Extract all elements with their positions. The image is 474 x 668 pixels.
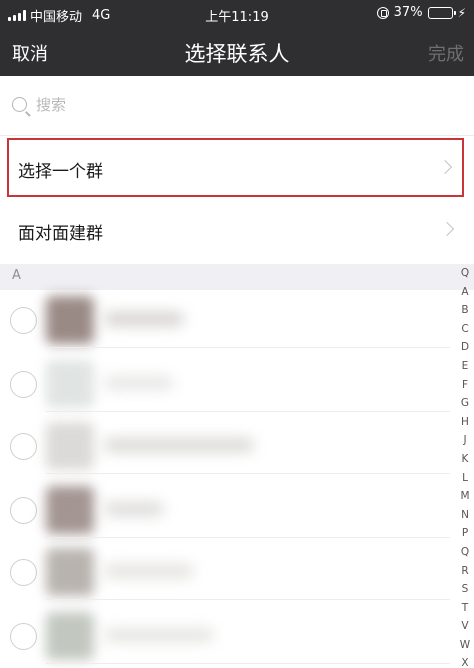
index-letter[interactable]: A [461,283,468,302]
index-letter[interactable]: M [460,487,469,506]
select-radio[interactable] [10,433,37,460]
face-to-face-label: 面对面建群 [18,224,103,244]
avatar [46,612,94,660]
contact-name [104,564,194,578]
contact-name [104,502,164,516]
nav-bar: 取消 选择联系人 完成 [0,28,474,76]
contact-row[interactable] [0,418,450,474]
orientation-lock-icon [376,6,389,19]
chevron-right-icon [439,221,455,237]
avatar [46,360,94,408]
index-letter[interactable]: E [462,357,469,376]
index-letter[interactable]: X [461,654,468,668]
index-letter[interactable]: G [461,394,469,413]
alphabet-index[interactable]: QABCDEFGHJKLMNPQRSTVWX [458,264,472,668]
avatar [46,296,94,344]
search-icon [12,97,27,112]
search-bar [0,76,474,136]
avatar [46,548,94,596]
chevron-right-icon [437,159,453,175]
index-letter[interactable]: L [462,469,468,488]
contact-row[interactable] [0,482,450,538]
select-radio[interactable] [10,307,37,334]
index-letter[interactable]: Q [461,264,469,283]
contact-name [104,628,214,642]
contact-name [104,376,174,390]
done-button[interactable]: 完成 [428,40,464,66]
select-radio[interactable] [10,623,37,650]
index-letter[interactable]: D [461,338,469,357]
select-radio[interactable] [10,497,37,524]
contact-row[interactable] [0,292,450,348]
index-letter[interactable]: W [460,636,470,655]
index-letter[interactable]: K [462,450,469,469]
battery-icon [427,6,456,19]
index-letter[interactable]: R [461,562,468,581]
contact-row[interactable] [0,356,450,412]
contact-row[interactable] [0,608,450,664]
contact-name [104,438,254,452]
cancel-button[interactable]: 取消 [12,40,48,66]
section-letter: A [12,268,21,283]
charging-icon: ⚡ [457,5,466,20]
face-to-face-group-row[interactable]: 面对面建群 [0,200,474,262]
index-letter[interactable]: P [462,524,468,543]
avatar [46,486,94,534]
select-radio[interactable] [10,371,37,398]
section-header: A [0,264,474,290]
status-bar: 中国移动 4G 上午11:19 37% ⚡ [0,0,474,28]
index-letter[interactable]: T [462,599,468,618]
index-letter[interactable]: J [463,431,466,450]
index-letter[interactable]: H [461,413,469,432]
index-letter[interactable]: N [461,506,469,525]
index-letter[interactable]: C [461,320,468,339]
select-group-row[interactable]: 选择一个群 [7,138,464,197]
contact-name [104,312,184,326]
index-letter[interactable]: V [461,617,468,636]
select-group-label: 选择一个群 [18,162,103,182]
index-letter[interactable]: Q [461,543,469,562]
index-letter[interactable]: B [461,301,468,320]
index-letter[interactable]: F [462,376,468,395]
battery-percent: 37% [393,5,423,20]
contact-row[interactable] [0,544,450,600]
page-title: 选择联系人 [184,42,290,66]
search-input[interactable] [36,92,416,118]
avatar [46,422,94,470]
index-letter[interactable]: S [462,580,469,599]
select-radio[interactable] [10,559,37,586]
